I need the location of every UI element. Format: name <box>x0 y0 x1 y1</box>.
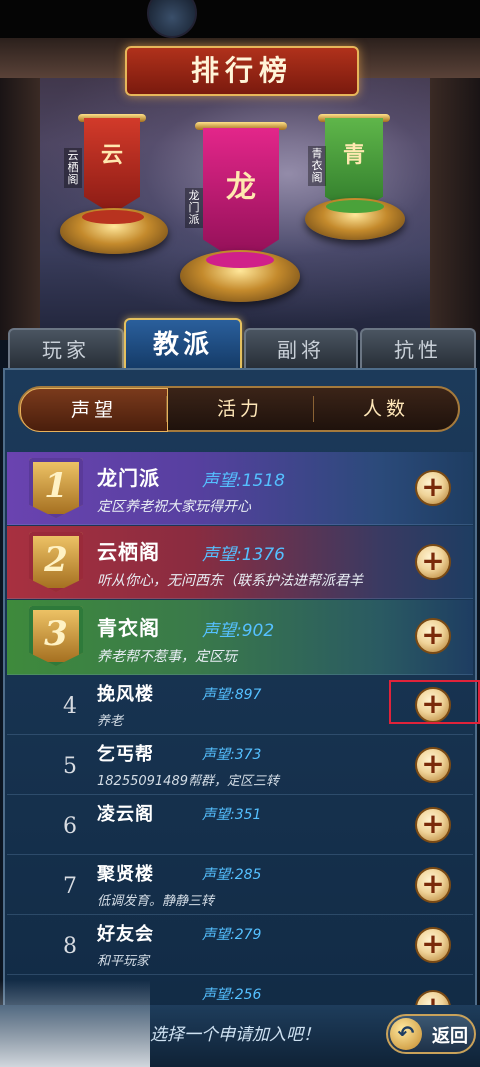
join-button[interactable]: + <box>415 470 451 506</box>
ranking-row[interactable]: 1 龙门派 声望:1518 定区养老祝大家玩得开心 + <box>7 452 473 525</box>
join-button[interactable]: + <box>415 867 451 903</box>
sect-name: 乞丐帮 <box>97 744 154 765</box>
sect-score: 声望:1518 <box>202 471 285 491</box>
sect-name: 聚贤楼 <box>97 864 154 885</box>
sect-desc: 和平玩家 <box>97 954 150 969</box>
rank-number: 7 <box>63 874 77 899</box>
sect-score: 声望:256 <box>202 987 262 1003</box>
ranking-row[interactable]: 2 云栖阁 声望:1376 听从你心，无问西东（联系护法进帮派君羊 + <box>7 526 473 599</box>
sect-score: 声望:897 <box>202 687 262 703</box>
undo-arrow-icon: ↶ <box>390 1018 422 1050</box>
tab-player[interactable]: 玩家 <box>8 328 124 370</box>
tab-resistance[interactable]: 抗性 <box>360 328 476 370</box>
join-button[interactable]: + <box>415 747 451 783</box>
sect-name: 挽风楼 <box>97 684 154 705</box>
app-icon <box>147 0 197 38</box>
join-button[interactable]: + <box>415 618 451 654</box>
sect-score: 声望:373 <box>202 747 262 763</box>
rank-number: 6 <box>63 814 77 839</box>
rank-badge: 2 <box>29 532 83 592</box>
pedestal-top-first <box>206 252 274 268</box>
subtab-members[interactable]: 人数 <box>314 388 458 430</box>
banner-second: 云 <box>84 118 140 214</box>
ranking-row[interactable]: 6 凌云阁 声望:351 + <box>7 796 473 855</box>
banner-first: 龙 <box>203 128 279 264</box>
sub-tabs: 声望 活力 人数 <box>18 386 460 432</box>
sect-score: 声望:279 <box>202 927 262 943</box>
sect-desc: 听从你心，无问西东（联系护法进帮派君羊 <box>97 573 363 589</box>
page-title: 排行榜 <box>125 46 359 96</box>
side-label-third: 青衣阁 <box>308 146 326 186</box>
sect-desc: 低调发育。静静三转 <box>97 894 215 909</box>
rank-badge: 1 <box>29 458 83 518</box>
ranking-row[interactable]: 8 好友会 声望:279 和平玩家 + <box>7 916 473 975</box>
bottom-fade <box>0 980 150 1067</box>
sect-desc: 养老 <box>97 714 124 729</box>
sect-desc: 18255091489帮群，定区三转 <box>97 774 279 789</box>
tab-deputy[interactable]: 副将 <box>244 328 358 370</box>
sect-score: 声望:902 <box>202 621 275 641</box>
sect-name: 青衣阁 <box>97 616 160 640</box>
sect-score: 声望:1376 <box>202 545 285 565</box>
selection-highlight <box>389 680 480 724</box>
podium-area: 排行榜 云 云栖阁 龙 龙门派 青 青衣阁 <box>0 38 480 340</box>
rank-badge: 3 <box>29 606 83 666</box>
join-button[interactable]: + <box>415 544 451 580</box>
tab-sect[interactable]: 教派 <box>124 318 242 370</box>
sect-desc: 养老帮不惹事，定区玩 <box>97 649 237 665</box>
sect-name: 云栖阁 <box>97 540 160 564</box>
join-button[interactable]: + <box>415 807 451 843</box>
status-bar <box>0 0 480 38</box>
pedestal-top-second <box>82 210 144 224</box>
ranking-row[interactable]: 3 青衣阁 声望:902 养老帮不惹事，定区玩 + <box>7 600 473 675</box>
sect-desc: 定区养老祝大家玩得开心 <box>97 499 251 515</box>
join-hint: 选择一个申请加入吧！ <box>150 1025 320 1045</box>
ranking-row[interactable]: 7 聚贤楼 声望:285 低调发育。静静三转 + <box>7 856 473 915</box>
rank-number: 4 <box>63 694 77 719</box>
pillar-right <box>430 78 480 340</box>
pillar-left <box>0 78 40 340</box>
side-label-second: 云栖阁 <box>64 148 82 188</box>
ranking-row[interactable]: 5 乞丐帮 声望:373 18255091489帮群，定区三转 + <box>7 736 473 795</box>
sect-score: 声望:351 <box>202 807 262 823</box>
rank-number: 5 <box>63 754 77 779</box>
join-button[interactable]: + <box>415 927 451 963</box>
subtab-reputation[interactable]: 声望 <box>20 388 168 432</box>
back-label: 返回 <box>432 1026 468 1047</box>
main-tabs: 玩家 教派 副将 抗性 <box>0 318 480 370</box>
rank-number: 8 <box>63 934 77 959</box>
sect-score: 声望:285 <box>202 867 262 883</box>
subtab-vitality[interactable]: 活力 <box>167 388 313 430</box>
sect-name: 龙门派 <box>97 466 160 490</box>
sect-name: 好友会 <box>97 924 154 945</box>
back-button[interactable]: ↶ 返回 <box>386 1014 476 1054</box>
side-label-first: 龙门派 <box>185 188 203 228</box>
sect-name: 凌云阁 <box>97 804 154 825</box>
pedestal-top-third <box>326 200 384 213</box>
